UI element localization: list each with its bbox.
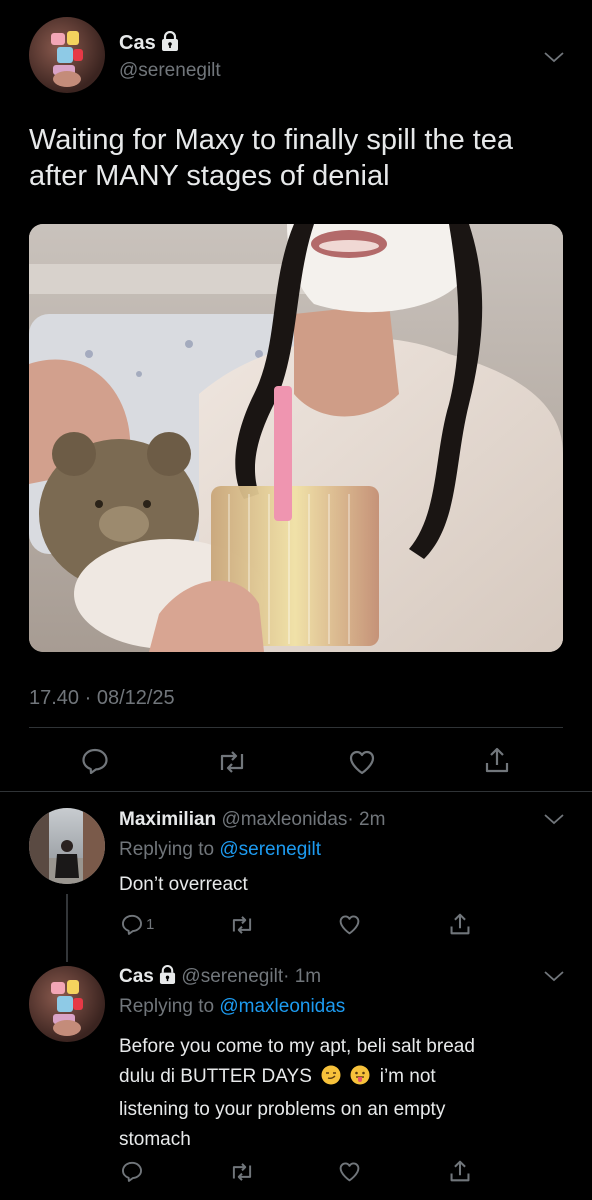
reply-icon[interactable] <box>121 914 143 935</box>
author-name[interactable]: Cas <box>119 32 156 54</box>
author-handle[interactable]: @serenegilt <box>181 966 283 987</box>
replying-to-link[interactable]: @maxleonidas <box>219 996 345 1017</box>
tweet-text-line: after MANY stages of denial <box>29 160 390 192</box>
like-icon[interactable] <box>338 1161 361 1182</box>
author-name[interactable]: Cas <box>119 966 154 987</box>
reply-text: Before you come to my apt, beli salt bre… <box>119 1032 475 1155</box>
avatar-cas[interactable] <box>29 17 105 93</box>
replying-to-label: Replying to <box>119 839 215 860</box>
reply-icon[interactable] <box>81 748 109 774</box>
tweet-text: Waiting for Maxy to finally spill the te… <box>29 122 513 194</box>
author-handle[interactable]: @maxleonidas <box>221 809 347 830</box>
replying-to-link[interactable]: @serenegilt <box>219 839 321 860</box>
lock-icon <box>159 965 176 991</box>
reply-text-part: dulu di BUTTER DAYS <box>119 1066 312 1087</box>
reply-text: Don’t overreact <box>119 874 248 895</box>
author-name[interactable]: Maximilian <box>119 809 216 830</box>
avatar-image <box>51 31 83 87</box>
more-chevron-icon[interactable] <box>543 812 565 831</box>
tongue-emoji-icon <box>350 1065 370 1095</box>
reply-count: 1 <box>146 916 155 933</box>
tweet-timestamp[interactable]: 17.40 · 08/12/25 <box>29 686 175 710</box>
avatar-image <box>29 808 105 884</box>
reply-time[interactable]: · 2m <box>347 809 385 830</box>
reply-text-line: stomach <box>119 1129 191 1150</box>
share-icon[interactable] <box>449 1159 471 1183</box>
reply-text-line: listening to your problems on an empty <box>119 1099 446 1120</box>
avatar-cas[interactable] <box>29 966 105 1042</box>
divider <box>0 791 592 792</box>
retweet-icon[interactable] <box>216 750 248 774</box>
tweet-text-line: Waiting for Maxy to finally spill the te… <box>29 124 514 156</box>
reply-icon[interactable] <box>121 1161 143 1182</box>
share-icon[interactable] <box>449 912 471 936</box>
like-icon[interactable] <box>348 749 376 775</box>
retweet-icon[interactable] <box>229 915 255 935</box>
replying-to-label: Replying to <box>119 996 215 1017</box>
photo-illustration <box>29 224 563 652</box>
smirk-emoji-icon <box>321 1065 341 1095</box>
more-chevron-icon[interactable] <box>543 50 565 69</box>
reply-text-line: Before you come to my apt, beli salt bre… <box>119 1036 475 1057</box>
thread-line <box>66 894 68 962</box>
author-handle[interactable]: @serenegilt <box>119 59 221 83</box>
reply-time[interactable]: · 1m <box>283 966 321 987</box>
lock-icon <box>161 30 179 57</box>
avatar-image <box>51 980 83 1036</box>
divider <box>29 727 563 728</box>
tweet-photo[interactable] <box>29 224 563 652</box>
reply-text-line: dulu di BUTTER DAYS i’m not <box>119 1062 475 1095</box>
share-icon[interactable] <box>484 746 510 774</box>
avatar-maximilian[interactable] <box>29 808 105 884</box>
reply-text-part: i’m not <box>379 1066 436 1087</box>
more-chevron-icon[interactable] <box>543 969 565 988</box>
retweet-icon[interactable] <box>229 1162 255 1182</box>
like-icon[interactable] <box>338 914 361 935</box>
